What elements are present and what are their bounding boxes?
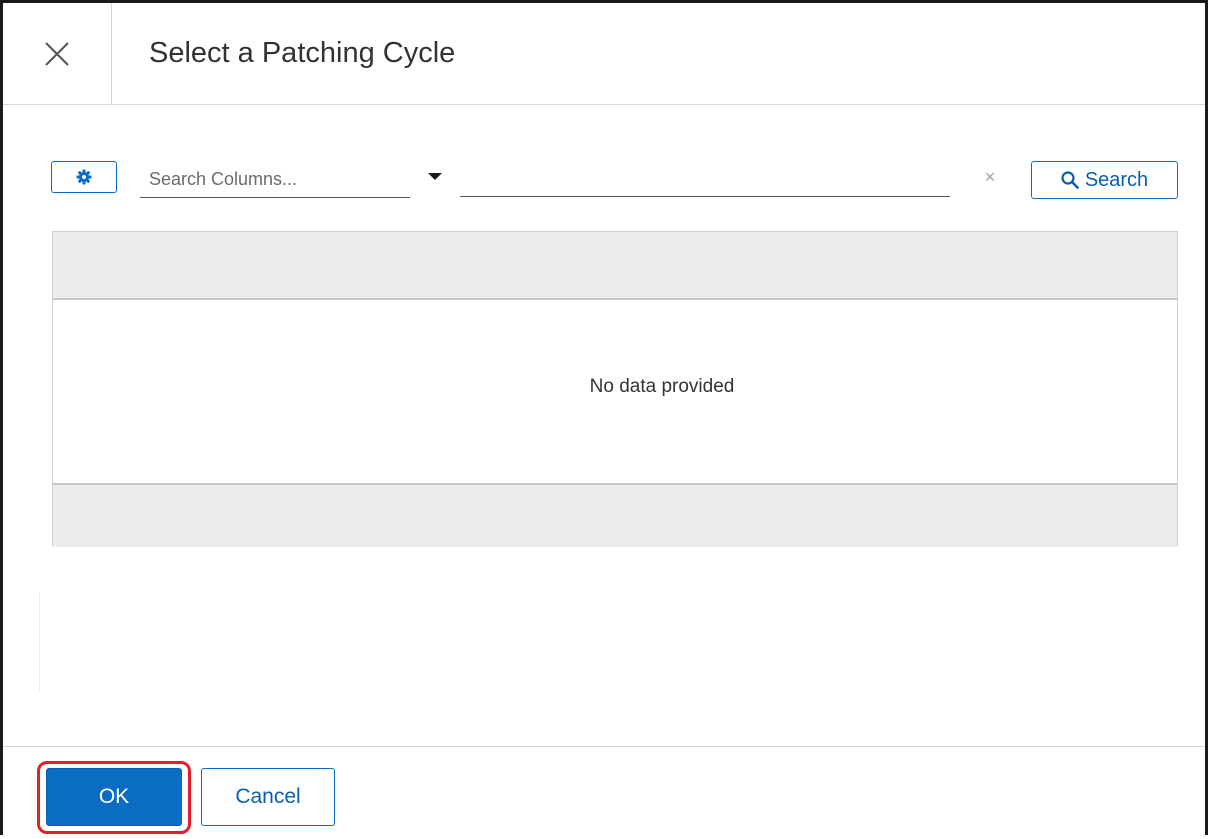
patching-cycle-dialog: Select a Patching Cycle Search Columns..… <box>0 0 1208 839</box>
empty-message: No data provided <box>589 376 735 397</box>
search-button-label: Search <box>1084 168 1149 191</box>
clear-search-icon[interactable]: × <box>982 167 998 187</box>
grid-header <box>53 232 1177 300</box>
ok-button[interactable]: OK <box>46 768 182 826</box>
column-select[interactable]: Search Columns... <box>140 159 410 198</box>
column-settings-button[interactable] <box>51 161 117 193</box>
cancel-button[interactable]: Cancel <box>201 768 335 826</box>
search-input[interactable] <box>460 159 950 197</box>
grid-footer <box>53 483 1177 547</box>
gear-icon <box>76 169 92 185</box>
column-select-placeholder: Search Columns... <box>149 169 298 189</box>
search-icon <box>1061 171 1079 189</box>
data-grid: No data provided <box>52 231 1178 547</box>
caret-down-icon[interactable] <box>428 173 442 180</box>
dialog-title: Select a Patching Cycle <box>149 37 456 69</box>
close-button[interactable] <box>3 3 112 104</box>
close-icon <box>45 41 69 66</box>
grid-body: No data provided <box>53 300 1177 483</box>
search-button[interactable]: Search <box>1031 161 1178 199</box>
divider <box>39 593 40 693</box>
dialog-header: Select a Patching Cycle <box>3 3 1205 105</box>
